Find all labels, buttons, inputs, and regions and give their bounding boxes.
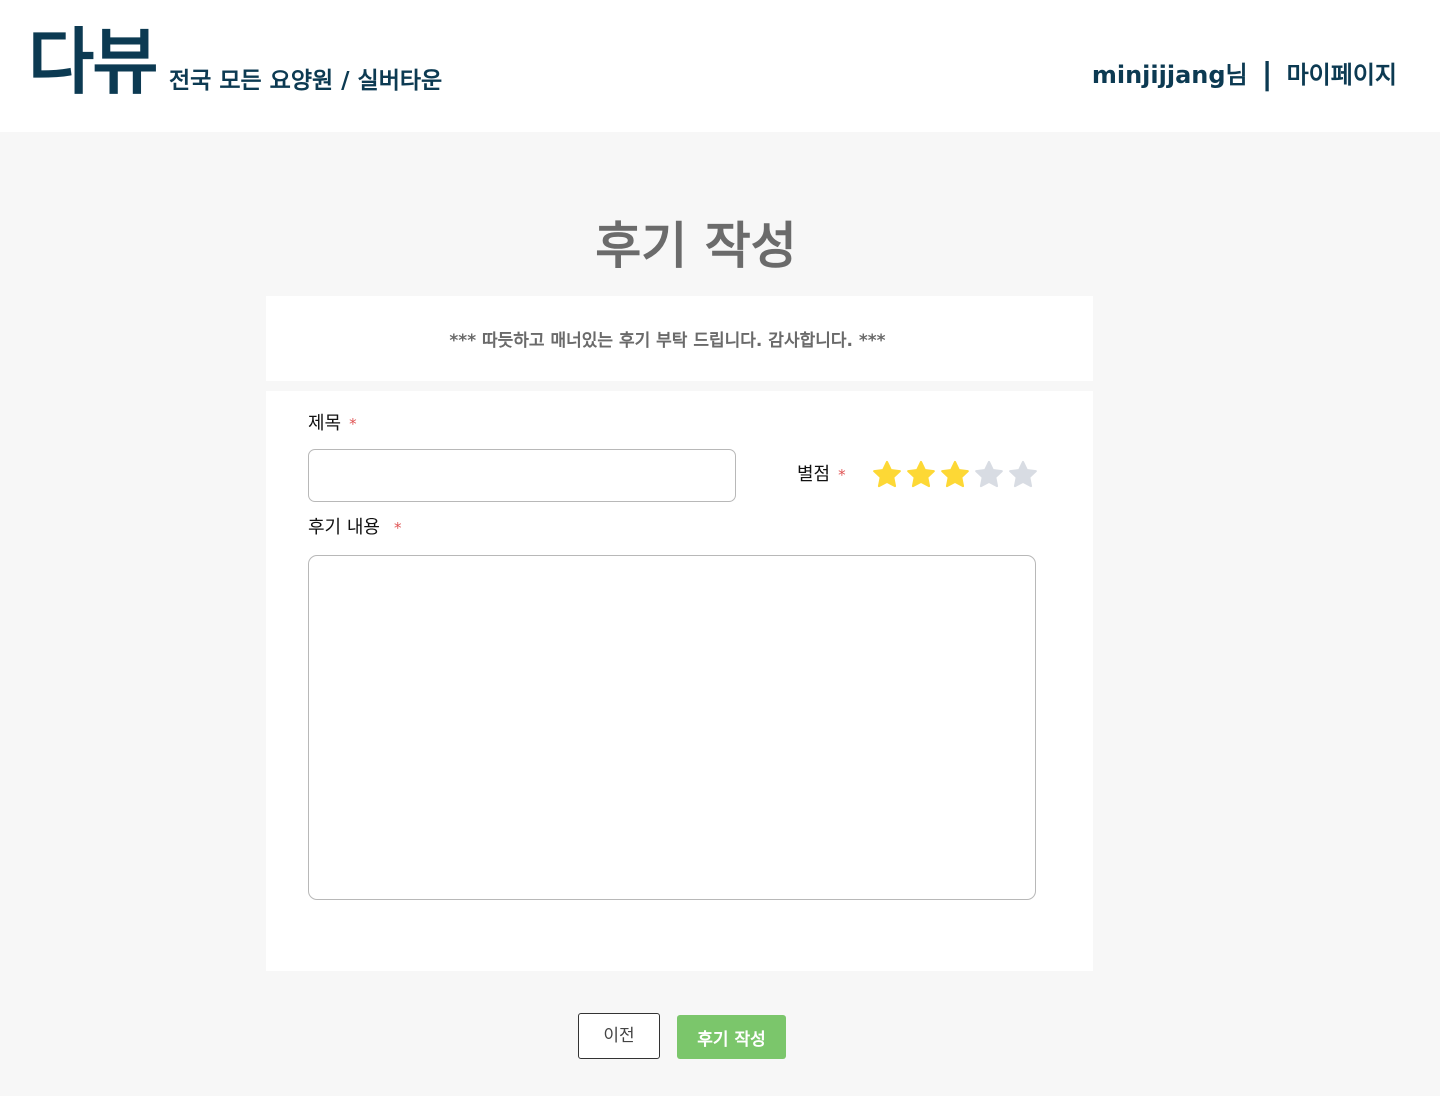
- rating-required-mark: *: [838, 466, 846, 484]
- user-menu: minjijjang님 | 마이페이지: [1092, 58, 1397, 92]
- star-icon[interactable]: [905, 459, 937, 491]
- title-label: 제목: [308, 413, 342, 434]
- mypage-link[interactable]: 마이페이지: [1287, 58, 1397, 92]
- content-label: 후기 내용: [308, 517, 380, 538]
- star-icon[interactable]: [973, 459, 1005, 491]
- title-input[interactable]: [308, 449, 736, 502]
- submit-review-button[interactable]: 후기 작성: [677, 1015, 786, 1059]
- content-textarea[interactable]: [308, 555, 1036, 900]
- rating-label: 별점: [797, 464, 831, 485]
- prev-button[interactable]: 이전: [578, 1013, 660, 1059]
- star-icon[interactable]: [871, 459, 903, 491]
- site-tagline: 전국 모든 요양원 / 실버타운: [169, 68, 443, 94]
- page-title: 후기 작성: [595, 217, 797, 275]
- menu-separator: |: [1261, 57, 1273, 92]
- star-icon[interactable]: [1007, 459, 1039, 491]
- rating-label-group: 별점 *: [797, 462, 846, 488]
- site-header: 다뷰 전국 모든 요양원 / 실버타운 minjijjang님 | 마이페이지: [0, 0, 1440, 132]
- content-label-group: 후기 내용 *: [308, 515, 401, 541]
- star-rating: [871, 459, 1039, 491]
- notice-text: *** 따듯하고 매너있는 후기 부탁 드립니다. 감사합니다. ***: [449, 331, 886, 351]
- content-required-mark: *: [393, 519, 402, 537]
- review-form: 제목 * 별점 * 후기 내용 *: [266, 391, 1093, 971]
- star-icon[interactable]: [939, 459, 971, 491]
- user-name: minjijjang님: [1091, 61, 1248, 89]
- title-required-mark: *: [349, 415, 357, 433]
- title-label-group: 제목 *: [308, 411, 357, 437]
- notice-box: *** 따듯하고 매너있는 후기 부탁 드립니다. 감사합니다. ***: [266, 296, 1093, 381]
- site-logo[interactable]: 다뷰: [28, 22, 158, 102]
